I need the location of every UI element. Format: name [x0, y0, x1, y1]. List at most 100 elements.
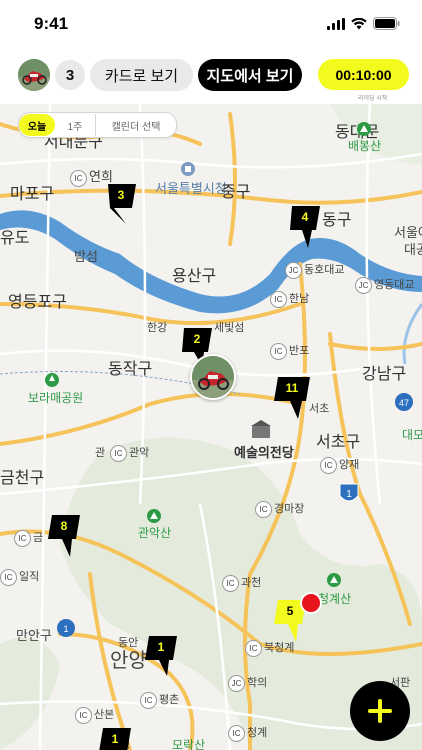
map-label-daemo: 대모 — [402, 428, 422, 442]
ride-marker[interactable]: 1 — [97, 726, 133, 750]
ride-photo-pin[interactable] — [190, 354, 236, 400]
map-label-gwacheon: IC 과천 — [222, 574, 261, 592]
map-label-geumcheon: 금천구 — [0, 470, 45, 487]
map-label-sanbon-text: 산본 — [94, 709, 115, 721]
ride-marker[interactable]: 1 — [143, 634, 179, 678]
map-label-cityhall: 서울특별시청 — [155, 181, 227, 196]
map-label-moraksan: 모락산 — [172, 738, 206, 750]
map-label-hangang: 한강 — [147, 322, 168, 334]
map-label-hannam-text: 한남 — [289, 293, 310, 305]
ic-badge: IC — [0, 569, 17, 586]
map-label-baebongsan: 배봉산 — [348, 139, 382, 153]
marker-label: 2 — [193, 332, 201, 346]
plus-icon — [368, 699, 392, 723]
mountain-icon — [357, 122, 371, 136]
highway-1-number: 1 — [346, 489, 352, 500]
map-view-button[interactable]: 지도에서 보기 — [198, 59, 302, 91]
map-label-yangjae: IC 양재 — [320, 456, 359, 474]
mountain-icon — [147, 509, 161, 523]
highway-1-icon: 1 — [339, 483, 359, 502]
avatar[interactable] — [18, 59, 50, 91]
ic-badge: IC — [110, 445, 127, 462]
route-1-icon: 1 — [57, 619, 75, 637]
add-ride-button[interactable] — [350, 681, 410, 741]
mountain-icon — [327, 573, 341, 587]
base-map — [0, 104, 422, 750]
ride-marker[interactable]: 8 — [46, 513, 82, 559]
map-label-cheonggye-text: 청계 — [247, 727, 268, 739]
map-label-gwanaksan: 관악산 — [138, 526, 172, 540]
map-label-bamseom: 밤섬 — [74, 249, 98, 264]
map-label-hakui: JC 학의 — [228, 674, 267, 692]
ic-badge: IC — [75, 707, 92, 724]
map-label-gwanak-text: 관악 — [129, 447, 150, 459]
map-label-daegong: 대공 — [404, 242, 422, 257]
map-label-banpo-text: 반포 — [289, 345, 310, 357]
map-label-mapo: 마포구 — [10, 186, 55, 203]
map-label-dongho: JC 동호대교 — [285, 261, 344, 279]
tab-calendar[interactable]: 캘린더 선택 — [96, 114, 176, 136]
ic-badge: IC — [270, 343, 287, 360]
ic-badge: IC — [222, 575, 239, 592]
map-label-yesul: 예술의전당 — [234, 445, 294, 460]
marker-label: 1 — [111, 732, 119, 746]
bike-photo-icon — [192, 356, 234, 398]
svg-text:1: 1 — [63, 624, 68, 634]
map-label-hannam: IC 한남 — [270, 290, 309, 308]
map-label-seongdong: 동구 — [322, 212, 352, 229]
map-label-ilmjik: IC 일직 — [0, 568, 39, 586]
ride-timer-button[interactable]: 00:10:00 — [318, 59, 409, 90]
tab-week[interactable]: 1주 — [55, 114, 96, 136]
map-label-gyeongmajang: IC 경마장 — [255, 500, 304, 518]
map-label-ilmjik-text: 일직 — [19, 571, 40, 583]
tab-today[interactable]: 오늘 — [19, 114, 55, 136]
jc-badge: JC — [228, 675, 245, 692]
map-label-pyeongchon: IC 평촌 — [140, 691, 179, 709]
map-label-yeongdong: JC 영동대교 — [355, 276, 414, 294]
clock: 9:41 — [34, 14, 69, 33]
map-label-gangnam: 강남구 — [362, 366, 407, 383]
current-location-dot — [300, 592, 322, 614]
svg-text:47: 47 — [399, 398, 409, 408]
ride-count-badge: 3 — [55, 60, 85, 90]
ic-badge: IC — [140, 692, 157, 709]
ride-marker[interactable]: 11 — [272, 375, 312, 421]
map-label-yangjae-text: 양재 — [339, 459, 360, 471]
map-label-cheonggyesan: 청계산 — [318, 592, 352, 606]
route-47-icon: 47 — [395, 393, 413, 411]
map-label-boramae: 보라매공원 — [28, 391, 84, 405]
signal-icon — [327, 17, 345, 30]
map-label-yeongdong-text: 영동대교 — [374, 279, 415, 291]
map-label-geum: IC 금 — [14, 529, 43, 547]
status-bar: 9:41 — [0, 0, 422, 50]
map-view[interactable]: 서대문구 동대문 배봉산 마포구 IC 연희 서울특별시청 중구 유도 밤섬 용산… — [0, 104, 422, 750]
ride-marker[interactable]: 4 — [288, 204, 322, 250]
map-label-seochogu: 서초구 — [316, 434, 361, 451]
ic-badge: IC — [14, 530, 31, 547]
date-filter-tabs: 오늘 1주 캘린더 선택 — [18, 112, 177, 138]
ic-badge: IC — [270, 291, 287, 308]
card-view-button[interactable]: 카드로 보기 — [90, 59, 193, 91]
map-label-yudo: 유도 — [0, 230, 30, 247]
map-label-yongsan: 용산구 — [172, 268, 217, 285]
map-label-gwanak: IC 관악 — [110, 444, 149, 462]
ic-badge: IC — [255, 501, 272, 518]
jc-badge: JC — [355, 277, 372, 294]
ride-marker[interactable]: 3 — [104, 182, 138, 226]
map-label-sebitseom: 세빛섬 — [214, 322, 245, 334]
map-label-banpo: IC 반포 — [270, 342, 309, 360]
map-label-sanbon: IC 산본 — [75, 706, 114, 724]
map-label-geum-text: 금 — [33, 532, 44, 544]
marker-label: 4 — [301, 210, 309, 224]
battery-icon — [373, 17, 400, 30]
jc-badge: JC — [285, 262, 302, 279]
map-label-anyang: 안양 — [110, 650, 147, 672]
ic-badge: IC — [228, 725, 245, 742]
cityhall-icon — [181, 162, 195, 176]
map-label-seocho: 서초 — [309, 403, 330, 415]
map-label-pyeongchon-text: 평촌 — [159, 694, 180, 706]
map-label-gyeongmajang-text: 경마장 — [274, 503, 305, 515]
map-label-gwacheon-text: 과천 — [241, 577, 262, 589]
park-icon — [45, 373, 59, 387]
header-bar: 3 카드로 보기 지도에서 보기 00:10:00 라이딩 시작 — [0, 50, 422, 102]
